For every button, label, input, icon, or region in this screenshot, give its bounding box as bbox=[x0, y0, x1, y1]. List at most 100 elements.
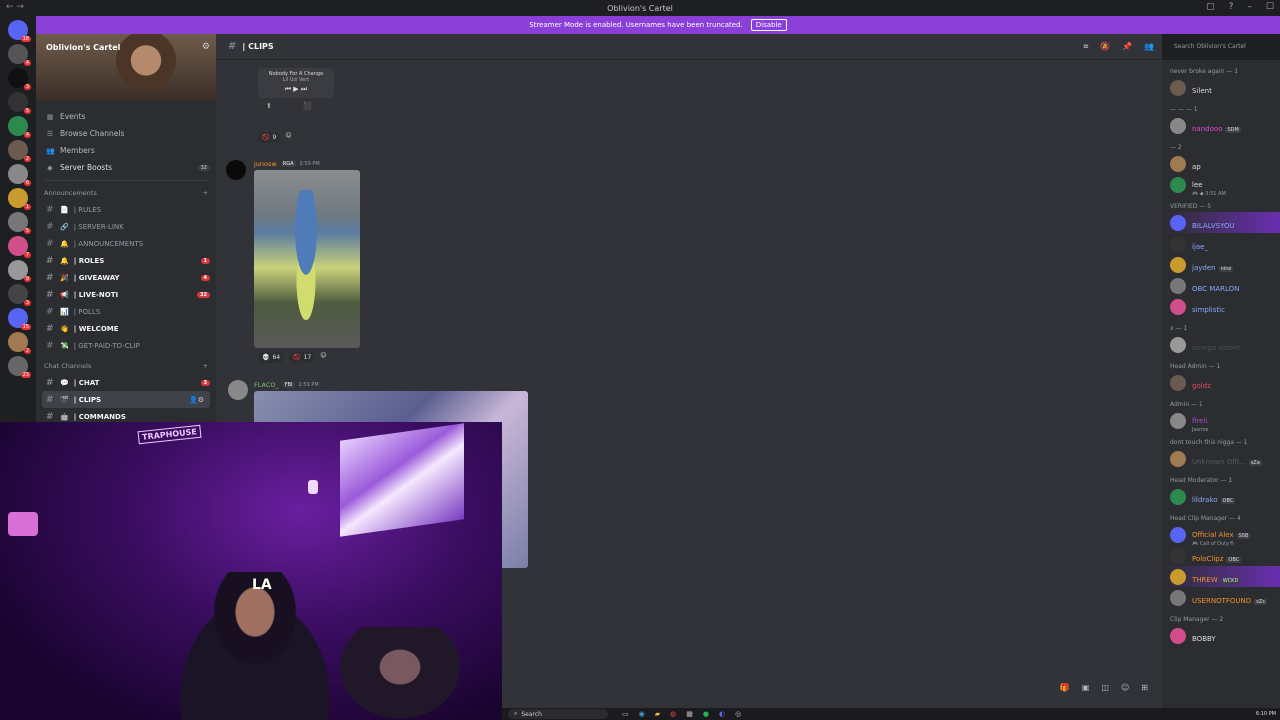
channel-server-link[interactable]: # 🔗 | SERVER-LINK bbox=[36, 218, 216, 235]
back-arrow-icon[interactable]: ← → bbox=[6, 2, 24, 12]
member-item[interactable]: simplistic bbox=[1162, 296, 1280, 317]
member-item[interactable]: BILALVSYOU bbox=[1162, 212, 1280, 233]
channel-label: | ROLES bbox=[73, 256, 105, 265]
threads-icon[interactable]: ⌗ bbox=[1084, 42, 1089, 52]
folder-icon[interactable]: ▰ bbox=[655, 710, 660, 718]
help-icon[interactable]: ? bbox=[1229, 2, 1234, 12]
category-chat-channels[interactable]: Chat Channels + bbox=[36, 358, 216, 374]
server-icon[interactable]: 3 bbox=[8, 284, 31, 306]
add-reaction-icon[interactable]: ☺ bbox=[285, 132, 291, 143]
embed-actions[interactable]: ⬆ ⬛ bbox=[266, 102, 312, 110]
member-item[interactable]: nandooo SDM bbox=[1162, 115, 1280, 136]
nav-browse-channels[interactable]: ☰ Browse Channels bbox=[36, 125, 216, 142]
reaction[interactable]: 💀 64 bbox=[258, 352, 285, 363]
member-item[interactable]: ap bbox=[1162, 153, 1280, 174]
playback-controls[interactable]: ⏮ ▶ ⏭ bbox=[258, 85, 334, 94]
invite-icon[interactable]: ⚙ bbox=[202, 42, 210, 52]
avatar[interactable] bbox=[228, 380, 248, 400]
nav-server-boosts[interactable]: ◆ Server Boosts 32 bbox=[36, 159, 216, 176]
member-item[interactable]: Unknown Offi... sZa bbox=[1162, 448, 1280, 469]
member-list-icon[interactable]: 👥 bbox=[1144, 42, 1154, 52]
channel-announcements[interactable]: # 🔔 | ANNOUNCEMENTS bbox=[36, 235, 216, 252]
author-name[interactable]: FLACO_ bbox=[254, 381, 279, 389]
member-item[interactable]: fireli Jasmie bbox=[1162, 410, 1280, 433]
chat-header: # | CLIPS ⌗ 🔕 📌 👥 bbox=[216, 34, 1162, 60]
search-input[interactable]: Search Oblivion's Cartel bbox=[1170, 41, 1280, 53]
gif-icon[interactable]: ▣ bbox=[1082, 683, 1090, 692]
discord-icon[interactable]: ◐ bbox=[719, 710, 725, 718]
taskbar-search[interactable]: ⌕ Search bbox=[508, 709, 608, 719]
server-icon[interactable]: 3 bbox=[8, 68, 31, 90]
edge-icon[interactable]: ◉ bbox=[639, 710, 645, 718]
nav-members[interactable]: 👥 Members bbox=[36, 142, 216, 159]
reaction[interactable]: 🚫 17 bbox=[289, 352, 316, 363]
member-group-label: never broke again — 1 bbox=[1170, 68, 1239, 75]
pin-icon[interactable]: 📌 bbox=[1122, 42, 1132, 52]
member-item[interactable]: Official Alex SSB 🎮 Call of Duty® bbox=[1162, 524, 1280, 547]
server-icon[interactable]: 4 bbox=[8, 116, 31, 138]
server-icon[interactable]: 2 bbox=[8, 140, 31, 162]
server-icon[interactable]: 5 bbox=[8, 92, 31, 114]
member-item[interactable]: ijae_ bbox=[1162, 233, 1280, 254]
reaction[interactable]: 🚫 9 bbox=[258, 132, 281, 143]
apps-icon[interactable]: ⊞ bbox=[1141, 683, 1148, 692]
server-name[interactable]: Oblivion's Cartel bbox=[46, 43, 120, 52]
add-channel-icon[interactable]: + bbox=[203, 362, 208, 370]
server-icon[interactable]: 2 bbox=[8, 332, 31, 354]
channel-giveaway[interactable]: # 🎉 | GIVEAWAY 4 bbox=[36, 269, 216, 286]
maximize-icon[interactable]: ☐ bbox=[1266, 2, 1274, 12]
member-item[interactable]: omega sorbet bbox=[1162, 334, 1280, 355]
add-reaction-icon[interactable]: ☺ bbox=[320, 352, 326, 363]
server-icon[interactable]: 23 bbox=[8, 356, 31, 378]
clip-image[interactable] bbox=[254, 170, 360, 348]
channel-chat[interactable]: # 💬 | CHAT 3 bbox=[36, 374, 216, 391]
channel-clips[interactable]: # 🎬 | CLIPS 👤⚙ bbox=[42, 391, 210, 408]
store-icon[interactable]: ▦ bbox=[686, 710, 693, 718]
settings-gear-icon[interactable]: 👤⚙ bbox=[189, 396, 204, 404]
neon-sign: TRAPHOUSE bbox=[137, 424, 202, 445]
nav-events[interactable]: ▦ Events bbox=[36, 108, 216, 125]
obs-icon[interactable]: ◎ bbox=[735, 710, 741, 718]
avatar[interactable] bbox=[226, 160, 246, 180]
server-icon[interactable]: 6 bbox=[8, 164, 31, 186]
member-item[interactable]: BOBBY bbox=[1162, 625, 1280, 646]
member-group-header: Admin — 1 bbox=[1162, 393, 1280, 410]
member-item[interactable]: OBC MARLON bbox=[1162, 275, 1280, 296]
member-item[interactable]: PoloClipz OBC bbox=[1162, 545, 1280, 566]
channel-rules[interactable]: # 📄 | RULES bbox=[36, 201, 216, 218]
member-item[interactable]: jayden nine bbox=[1162, 254, 1280, 275]
member-item[interactable]: THREW WCKD bbox=[1162, 566, 1280, 587]
member-item[interactable]: goldz bbox=[1162, 372, 1280, 393]
spotify-icon[interactable]: ● bbox=[703, 710, 709, 718]
member-item[interactable]: USERNOTFOUND sZs bbox=[1162, 587, 1280, 608]
channel-welcome[interactable]: # 👋 | WELCOME bbox=[36, 320, 216, 337]
member-item[interactable]: lee 🎮 ◆ 3:51 AM bbox=[1162, 174, 1280, 197]
home-icon[interactable]: 18 bbox=[8, 20, 31, 42]
server-icon[interactable]: 1 bbox=[8, 188, 31, 210]
task-view-icon[interactable]: ▭ bbox=[622, 710, 629, 718]
inbox-icon[interactable]: ▢ bbox=[1206, 2, 1215, 12]
chrome-icon[interactable]: ◍ bbox=[670, 710, 676, 718]
emoji-icon[interactable]: ☺ bbox=[1121, 683, 1129, 692]
server-icon[interactable]: 15 bbox=[8, 308, 31, 330]
add-channel-icon[interactable]: + bbox=[203, 189, 208, 197]
server-icon[interactable]: 4 bbox=[8, 44, 31, 66]
member-item[interactable]: Silent bbox=[1162, 77, 1280, 98]
spotify-embed[interactable]: Nobody For A Change Lil Uzi Vert ⏮ ▶ ⏭ bbox=[258, 68, 334, 98]
gift-icon[interactable]: 🎁 bbox=[1060, 683, 1070, 692]
category-announcements[interactable]: Announcements + bbox=[36, 185, 216, 201]
member-item[interactable]: lildrako OBC bbox=[1162, 486, 1280, 507]
mute-icon[interactable]: 🔕 bbox=[1100, 42, 1110, 52]
server-header[interactable]: Oblivion's Cartel ⚙ bbox=[36, 34, 216, 100]
channel-polls[interactable]: # 📊 | POLLS bbox=[36, 303, 216, 320]
disable-button[interactable]: Disable bbox=[750, 19, 787, 31]
server-icon[interactable]: 5 bbox=[8, 212, 31, 234]
channel-get-paid-to-clip[interactable]: # 💸 | GET-PAID-TO-CLIP bbox=[36, 337, 216, 354]
minimize-icon[interactable]: – bbox=[1247, 2, 1252, 12]
author-name[interactable]: junosw bbox=[254, 160, 277, 168]
server-icon[interactable]: 9 bbox=[8, 260, 31, 282]
channel-roles[interactable]: # 🔔 | ROLES 1 bbox=[36, 252, 216, 269]
channel-live-noti[interactable]: # 📢 | LIVE-NOTI 32 bbox=[36, 286, 216, 303]
server-icon[interactable]: 7 bbox=[8, 236, 31, 258]
sticker-icon[interactable]: ◫ bbox=[1101, 683, 1109, 692]
